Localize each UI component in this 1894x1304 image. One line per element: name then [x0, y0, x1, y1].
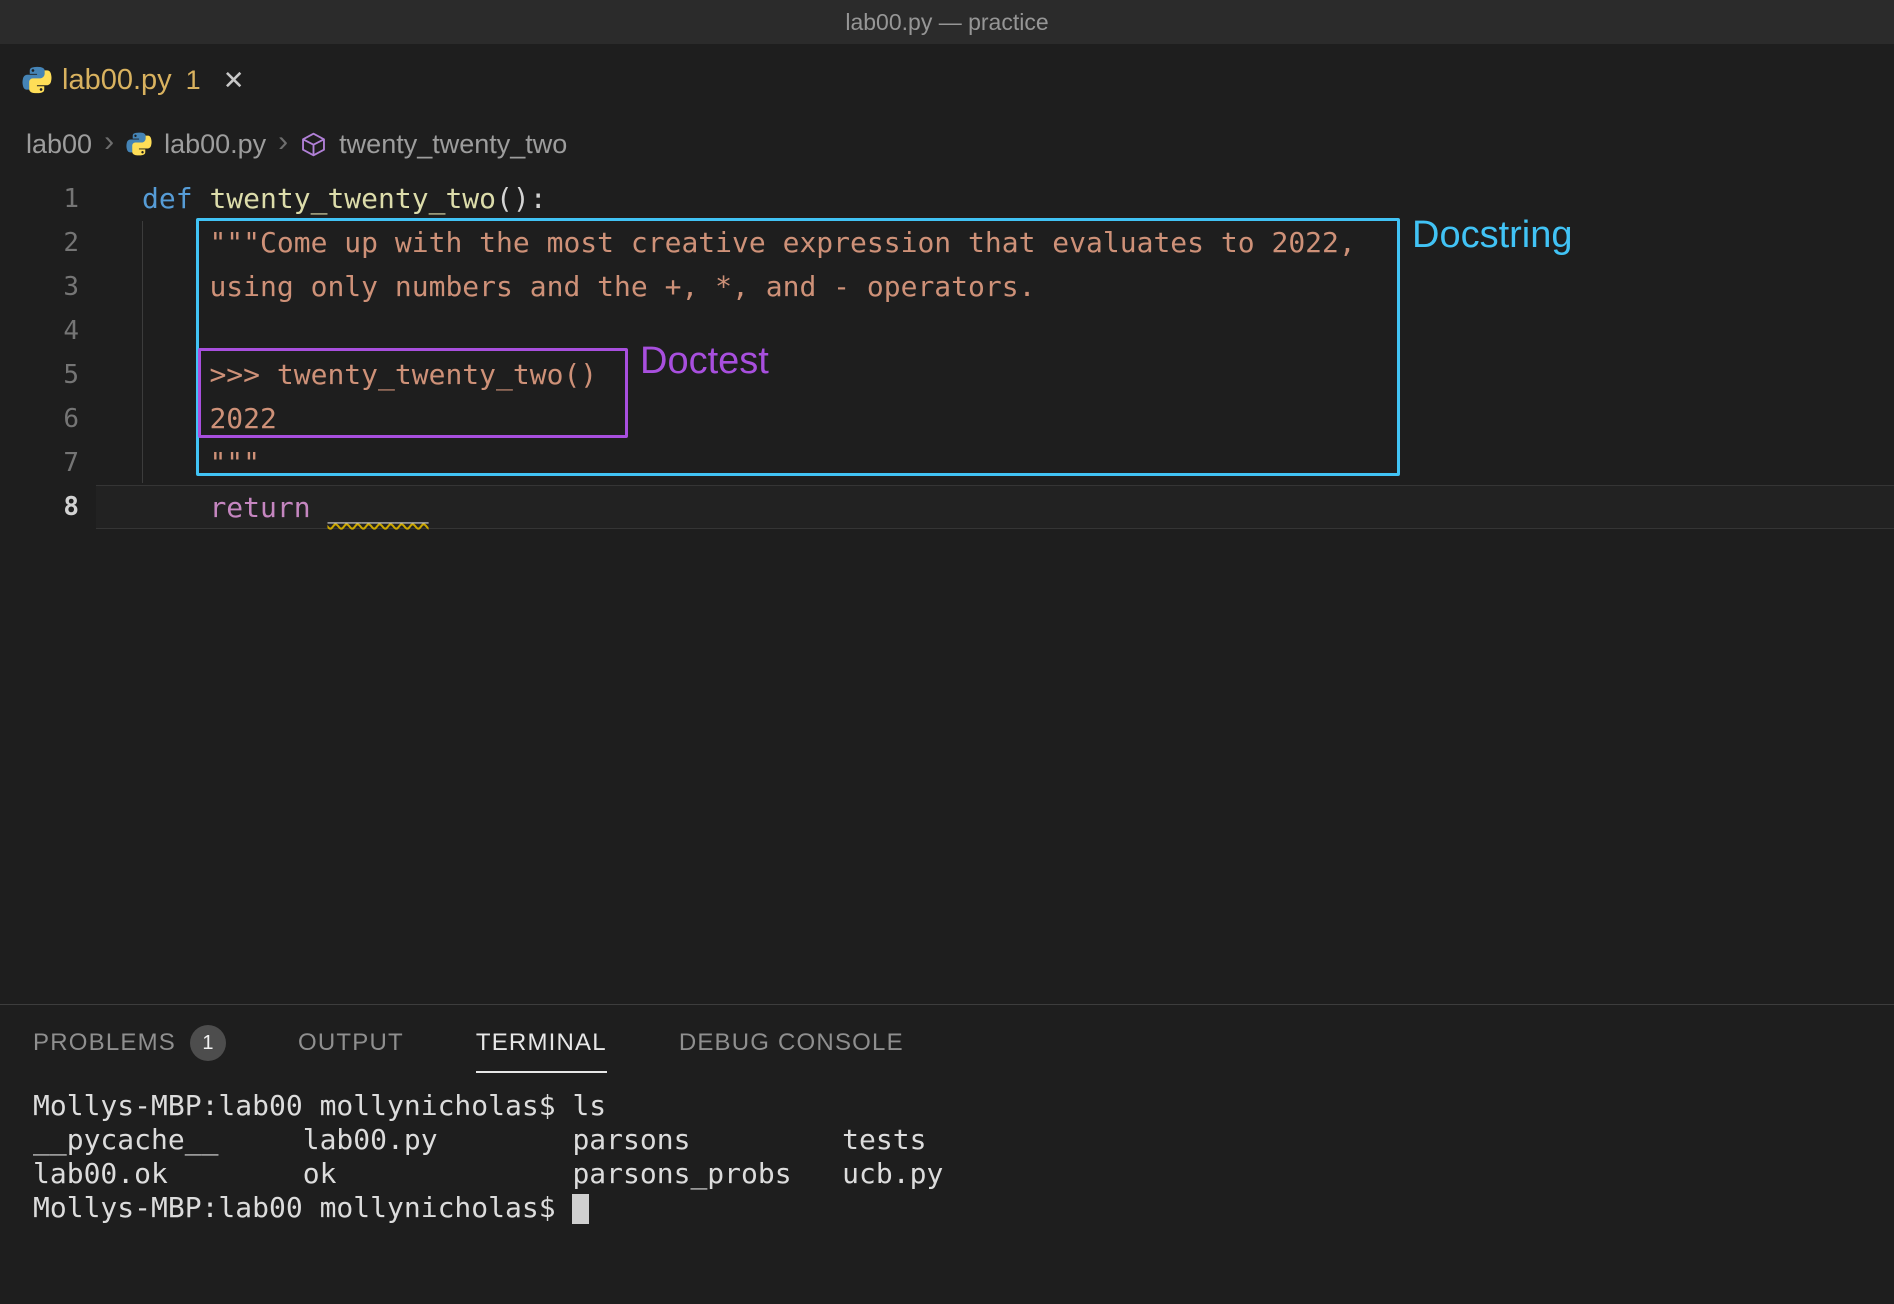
panel-tab-problems[interactable]: PROBLEMS 1 [33, 1005, 226, 1081]
code-text: 2022 [96, 397, 1894, 441]
indent-guide [142, 221, 143, 483]
code-text: return ______ [96, 485, 1894, 529]
breadcrumb-separator: › [278, 127, 288, 161]
code-text: """ [96, 441, 1894, 485]
line-number: 2 [0, 221, 96, 265]
code-line[interactable]: 7 """ [0, 441, 1894, 485]
tab-warning-count: 1 [186, 65, 201, 96]
code-line[interactable]: 6 2022 [0, 397, 1894, 441]
code-line[interactable]: 8 return ______ [0, 485, 1894, 529]
line-number: 7 [0, 441, 96, 485]
line-number: 1 [0, 177, 96, 221]
vscode-window: lab00.py — practice lab00.py 1 ✕ lab00 ›… [0, 0, 1894, 1304]
code-text: using only numbers and the +, *, and - o… [96, 265, 1894, 309]
panel-tab-output[interactable]: OUTPUT [298, 1005, 404, 1081]
panel-tab-debug-console[interactable]: DEBUG CONSOLE [679, 1005, 904, 1081]
code-line[interactable]: 5 >>> twenty_twenty_two() [0, 353, 1894, 397]
breadcrumb: lab00 › lab00.py › twenty_twenty_two [0, 116, 1894, 172]
code-line[interactable]: 3 using only numbers and the +, *, and -… [0, 265, 1894, 309]
code-line[interactable]: 4 [0, 309, 1894, 353]
tab-label: lab00.py [62, 64, 172, 97]
tab-lab00py[interactable]: lab00.py 1 ✕ [0, 44, 286, 116]
code-text [96, 309, 1894, 353]
code-line[interactable]: 2 """Come up with the most creative expr… [0, 221, 1894, 265]
titlebar: lab00.py — practice [0, 0, 1894, 44]
python-icon [22, 65, 52, 95]
breadcrumb-item-folder[interactable]: lab00 [26, 129, 92, 160]
code-text: def twenty_twenty_two(): [96, 177, 1894, 221]
panel-tab-terminal[interactable]: TERMINAL [476, 1005, 607, 1081]
terminal-line: Mollys-MBP:lab00 mollynicholas$ [33, 1191, 1894, 1225]
terminal-line: lab00.ok ok parsons_probs ucb.py [33, 1157, 1894, 1191]
terminal-line: __pycache__ lab00.py parsons tests [33, 1123, 1894, 1157]
line-number: 8 [0, 485, 96, 529]
panel-tabs: PROBLEMS 1 OUTPUT TERMINAL DEBUG CONSOLE [0, 1005, 1894, 1081]
panel-tab-label: OUTPUT [298, 1029, 404, 1057]
terminal-output[interactable]: Mollys-MBP:lab00 mollynicholas$ ls__pyca… [0, 1081, 1894, 1225]
terminal-cursor [572, 1194, 589, 1224]
python-icon [126, 131, 152, 157]
line-number: 3 [0, 265, 96, 309]
code-text: """Come up with the most creative expres… [96, 221, 1894, 265]
line-number: 4 [0, 309, 96, 353]
problems-count-badge: 1 [190, 1025, 226, 1061]
line-number: 6 [0, 397, 96, 441]
breadcrumb-separator: › [104, 127, 114, 161]
tab-close-icon[interactable]: ✕ [223, 65, 245, 96]
breadcrumb-item-file[interactable]: lab00.py [164, 129, 266, 160]
breadcrumb-item-symbol[interactable]: twenty_twenty_two [339, 129, 567, 160]
panel-tab-label: DEBUG CONSOLE [679, 1029, 904, 1057]
editor[interactable]: 1def twenty_twenty_two():2 """Come up wi… [0, 172, 1894, 1004]
code-line[interactable]: 1def twenty_twenty_two(): [0, 177, 1894, 221]
code-lines: 1def twenty_twenty_two():2 """Come up wi… [0, 177, 1894, 529]
bottom-panel: PROBLEMS 1 OUTPUT TERMINAL DEBUG CONSOLE Mol… [0, 1004, 1894, 1304]
code-text: >>> twenty_twenty_two() [96, 353, 1894, 397]
window-title: lab00.py — practice [845, 9, 1048, 36]
symbol-cube-icon [300, 131, 327, 158]
terminal-line: Mollys-MBP:lab00 mollynicholas$ ls [33, 1089, 1894, 1123]
tab-bar: lab00.py 1 ✕ [0, 44, 1894, 116]
panel-tab-label: PROBLEMS [33, 1029, 176, 1057]
panel-tab-label: TERMINAL [476, 1029, 607, 1057]
line-number: 5 [0, 353, 96, 397]
